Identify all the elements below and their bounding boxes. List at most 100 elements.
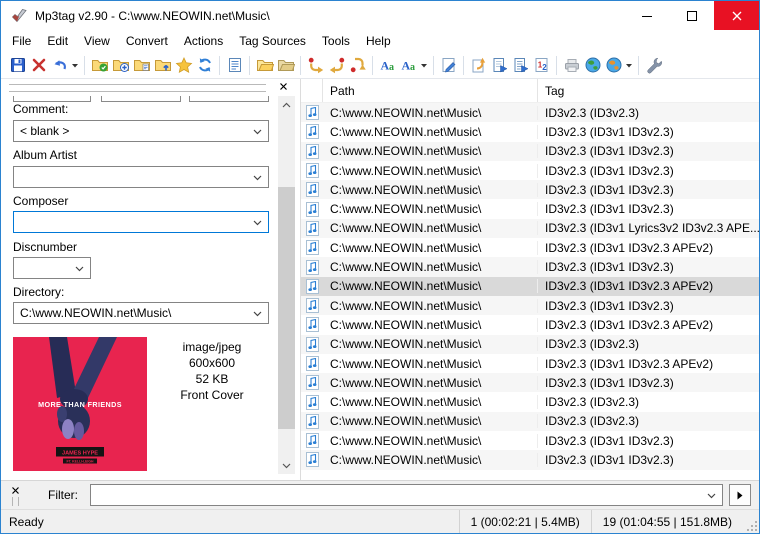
- table-row[interactable]: C:\www.NEOWIN.net\Music\ ID3v2.3 (ID3v2.…: [301, 103, 759, 123]
- composer-combobox[interactable]: [13, 211, 269, 233]
- parent-directory-icon[interactable]: [152, 55, 173, 76]
- scroll-down-icon[interactable]: [278, 457, 295, 474]
- table-row[interactable]: C:\www.NEOWIN.net\Music\ ID3v2.3 (ID3v1 …: [301, 218, 759, 239]
- music-file-icon: [301, 298, 323, 314]
- library-folder-icon[interactable]: [254, 55, 275, 76]
- actions-icon[interactable]: [438, 55, 459, 76]
- undo-icon[interactable]: [49, 55, 70, 76]
- table-row[interactable]: C:\www.NEOWIN.net\Music\ ID3v2.3 (ID3v1 …: [301, 450, 759, 470]
- table-row[interactable]: C:\www.NEOWIN.net\Music\ ID3v2.3 (ID3v1 …: [301, 276, 759, 296]
- web-source-musicbrainz-icon[interactable]: [603, 55, 624, 76]
- row-tag-cell: ID3v2.3 (ID3v1 ID3v2.3 APEv2): [545, 279, 714, 294]
- minimize-button[interactable]: [624, 1, 669, 30]
- filter-apply-button[interactable]: [729, 484, 751, 506]
- table-row[interactable]: C:\www.NEOWIN.net\Music\ ID3v2.3 (ID3v1 …: [301, 238, 759, 257]
- case-conversion-icon[interactable]: Aa: [377, 55, 398, 76]
- auto-numbering-wizard-icon[interactable]: 12: [531, 55, 552, 76]
- convert-tag-tag-icon[interactable]: [347, 55, 368, 76]
- discnumber-combobox[interactable]: [13, 257, 91, 279]
- table-row[interactable]: C:\www.NEOWIN.net\Music\ ID3v2.3 (ID3v1 …: [301, 354, 759, 373]
- filter-grip[interactable]: [12, 497, 19, 506]
- row-path-cell: C:\www.NEOWIN.net\Music\: [323, 452, 538, 467]
- svg-text:2: 2: [542, 63, 547, 72]
- music-file-icon: [301, 143, 323, 159]
- table-row[interactable]: C:\www.NEOWIN.net\Music\ ID3v2.3 (ID3v1 …: [301, 122, 759, 141]
- text-file-icon[interactable]: [510, 55, 531, 76]
- web-source-discogs-icon[interactable]: [582, 55, 603, 76]
- change-directory-icon[interactable]: [89, 55, 110, 76]
- toolbar-separator: [433, 55, 434, 75]
- cover-artist-text: JAMES HYPE: [62, 450, 98, 456]
- discnumber-label: Discnumber: [13, 240, 78, 254]
- menu-item-convert[interactable]: Convert: [118, 31, 176, 51]
- add-directory-icon[interactable]: [110, 55, 131, 76]
- menu-item-view[interactable]: View: [76, 31, 118, 51]
- scroll-up-icon[interactable]: [278, 96, 295, 113]
- remove-tag-icon[interactable]: [28, 55, 49, 76]
- table-row[interactable]: C:\www.NEOWIN.net\Music\ ID3v2.3 (ID3v1 …: [301, 373, 759, 393]
- comment-combobox[interactable]: < blank >: [13, 120, 269, 142]
- filter-input[interactable]: [90, 484, 723, 506]
- table-row[interactable]: C:\www.NEOWIN.net\Music\ ID3v2.3 (ID3v1 …: [301, 141, 759, 161]
- playlist-directory-icon[interactable]: [131, 55, 152, 76]
- row-path-cell: C:\www.NEOWIN.net\Music\: [323, 298, 538, 313]
- album-cover-art[interactable]: MORE THAN FRIENDS JAMES HYPE FT. KELLI-L…: [13, 337, 147, 471]
- case-conversion-dropdown-icon[interactable]: [419, 55, 429, 76]
- menu-item-edit[interactable]: Edit: [39, 31, 76, 51]
- convert-filename-tag-icon[interactable]: [326, 55, 347, 76]
- playlist-file-icon[interactable]: [489, 55, 510, 76]
- table-row[interactable]: C:\www.NEOWIN.net\Music\ ID3v2.3 (ID3v1 …: [301, 199, 759, 218]
- row-tag-cell: ID3v2.3 (ID3v2.3): [545, 395, 640, 410]
- filter-close-button[interactable]: [9, 484, 21, 496]
- row-tag-cell: ID3v2.3 (ID3v1 Lyrics3v2 ID3v2.3 APE...: [545, 221, 759, 236]
- options-icon[interactable]: [643, 55, 664, 76]
- icon-column-header[interactable]: [301, 79, 323, 102]
- music-file-icon: [301, 201, 323, 217]
- cover-dimensions: 600x600: [188, 356, 236, 370]
- refresh-icon[interactable]: [194, 55, 215, 76]
- table-row[interactable]: C:\www.NEOWIN.net\Music\ ID3v2.3 (ID3v2.…: [301, 411, 759, 432]
- tag-panel-scrollbar[interactable]: [278, 96, 295, 474]
- undo-dropdown-icon[interactable]: [70, 55, 80, 76]
- directory-combobox[interactable]: C:\www.NEOWIN.net\Music\: [13, 302, 269, 324]
- table-row[interactable]: C:\www.NEOWIN.net\Music\ ID3v2.3 (ID3v2.…: [301, 334, 759, 354]
- row-tag-cell: ID3v2.3 (ID3v2.3): [545, 337, 640, 352]
- table-row[interactable]: C:\www.NEOWIN.net\Music\ ID3v2.3 (ID3v1 …: [301, 315, 759, 334]
- export-icon[interactable]: [468, 55, 489, 76]
- toolbar-separator: [372, 55, 373, 75]
- case-conversion-menu-icon[interactable]: Aa: [398, 55, 419, 76]
- status-selected-files: 1 (00:02:21 | 5.4MB): [458, 510, 591, 533]
- menu-item-tools[interactable]: Tools: [314, 31, 358, 51]
- table-row[interactable]: C:\www.NEOWIN.net\Music\ ID3v2.3 (ID3v1 …: [301, 431, 759, 450]
- tag-panel-toggle-icon[interactable]: [224, 55, 245, 76]
- row-path-cell: C:\www.NEOWIN.net\Music\: [323, 202, 538, 217]
- menu-item-tag-sources[interactable]: Tag Sources: [231, 31, 314, 51]
- convert-tag-filename-icon[interactable]: [305, 55, 326, 76]
- toolbar-separator: [300, 55, 301, 75]
- table-row[interactable]: C:\www.NEOWIN.net\Music\ ID3v2.3 (ID3v1 …: [301, 161, 759, 180]
- maximize-button[interactable]: [669, 1, 714, 30]
- favorite-directories-icon[interactable]: [173, 55, 194, 76]
- table-row[interactable]: C:\www.NEOWIN.net\Music\ ID3v2.3 (ID3v1 …: [301, 180, 759, 200]
- menu-item-help[interactable]: Help: [358, 31, 399, 51]
- print-icon[interactable]: [561, 55, 582, 76]
- menu-item-file[interactable]: File: [4, 31, 39, 51]
- tag-panel-grip[interactable]: [9, 84, 266, 92]
- menu-item-actions[interactable]: Actions: [176, 31, 231, 51]
- web-source-dropdown-icon[interactable]: [624, 55, 634, 76]
- table-row[interactable]: C:\www.NEOWIN.net\Music\ ID3v2.3 (ID3v1 …: [301, 257, 759, 277]
- close-button[interactable]: [714, 1, 759, 30]
- clipped-field: [101, 96, 181, 102]
- row-tag-cell: ID3v2.3 (ID3v1 ID3v2.3): [545, 144, 674, 159]
- tag-column-header[interactable]: Tag: [538, 79, 759, 102]
- album-artist-combobox[interactable]: [13, 166, 269, 188]
- path-column-header[interactable]: Path: [323, 79, 538, 102]
- resize-grip[interactable]: [743, 510, 759, 533]
- tag-panel-close-button[interactable]: [277, 80, 289, 92]
- library-remove-folder-icon[interactable]: [275, 55, 296, 76]
- save-icon[interactable]: [7, 55, 28, 76]
- row-path-cell: C:\www.NEOWIN.net\Music\: [323, 317, 538, 332]
- scrollbar-thumb[interactable]: [278, 187, 295, 429]
- table-row[interactable]: C:\www.NEOWIN.net\Music\ ID3v2.3 (ID3v1 …: [301, 295, 759, 316]
- table-row[interactable]: C:\www.NEOWIN.net\Music\ ID3v2.3 (ID3v2.…: [301, 392, 759, 411]
